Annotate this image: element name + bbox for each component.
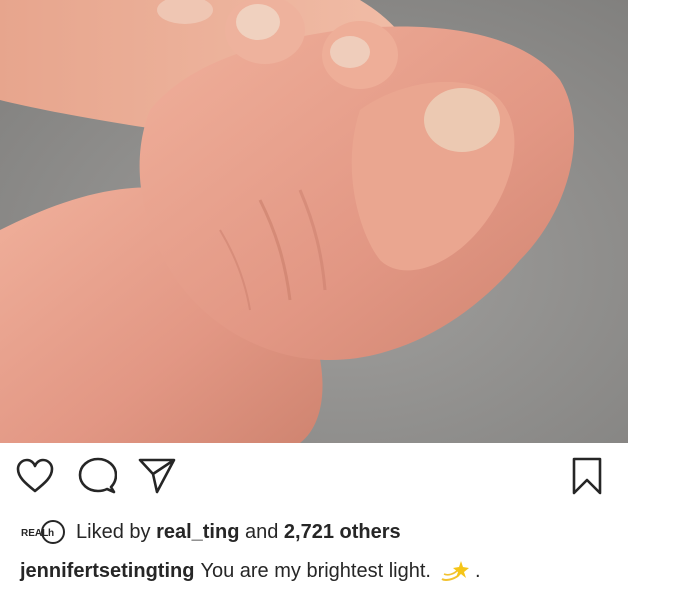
caption-text: You are my brightest light. — [200, 559, 431, 582]
caption-username[interactable]: jennifertsetingting — [20, 560, 194, 583]
real-logo-icon: REAL h — [21, 520, 65, 544]
bookmark-icon[interactable] — [566, 455, 608, 497]
heart-outline-icon[interactable] — [14, 455, 56, 497]
liker-username[interactable]: real_ting — [156, 521, 239, 543]
comment-bubble-icon[interactable] — [76, 455, 118, 497]
caption-trailing: . — [474, 559, 481, 582]
likes-others-count[interactable]: 2,721 others — [284, 521, 401, 543]
post-actions-bar — [0, 455, 628, 505]
likes-summary: REAL h Liked by real_ting and 2,721 othe… — [20, 517, 401, 547]
likes-prefix: Liked by — [76, 520, 151, 543]
svg-text:REAL: REAL — [21, 528, 48, 539]
svg-text:h: h — [48, 528, 54, 539]
post-photo[interactable] — [0, 0, 628, 443]
post-caption: jennifertsetingting You are my brightest… — [20, 556, 481, 586]
likes-connector: and — [244, 520, 279, 543]
paper-plane-icon[interactable] — [136, 455, 178, 497]
likes-text: Liked by real_ting and 2,721 others — [76, 521, 401, 544]
baby-hand-photo — [0, 0, 628, 443]
liker-avatar[interactable]: REAL h — [20, 519, 66, 545]
instagram-post: REAL h Liked by real_ting and 2,721 othe… — [0, 0, 673, 597]
dizzy-star-icon — [439, 559, 469, 583]
